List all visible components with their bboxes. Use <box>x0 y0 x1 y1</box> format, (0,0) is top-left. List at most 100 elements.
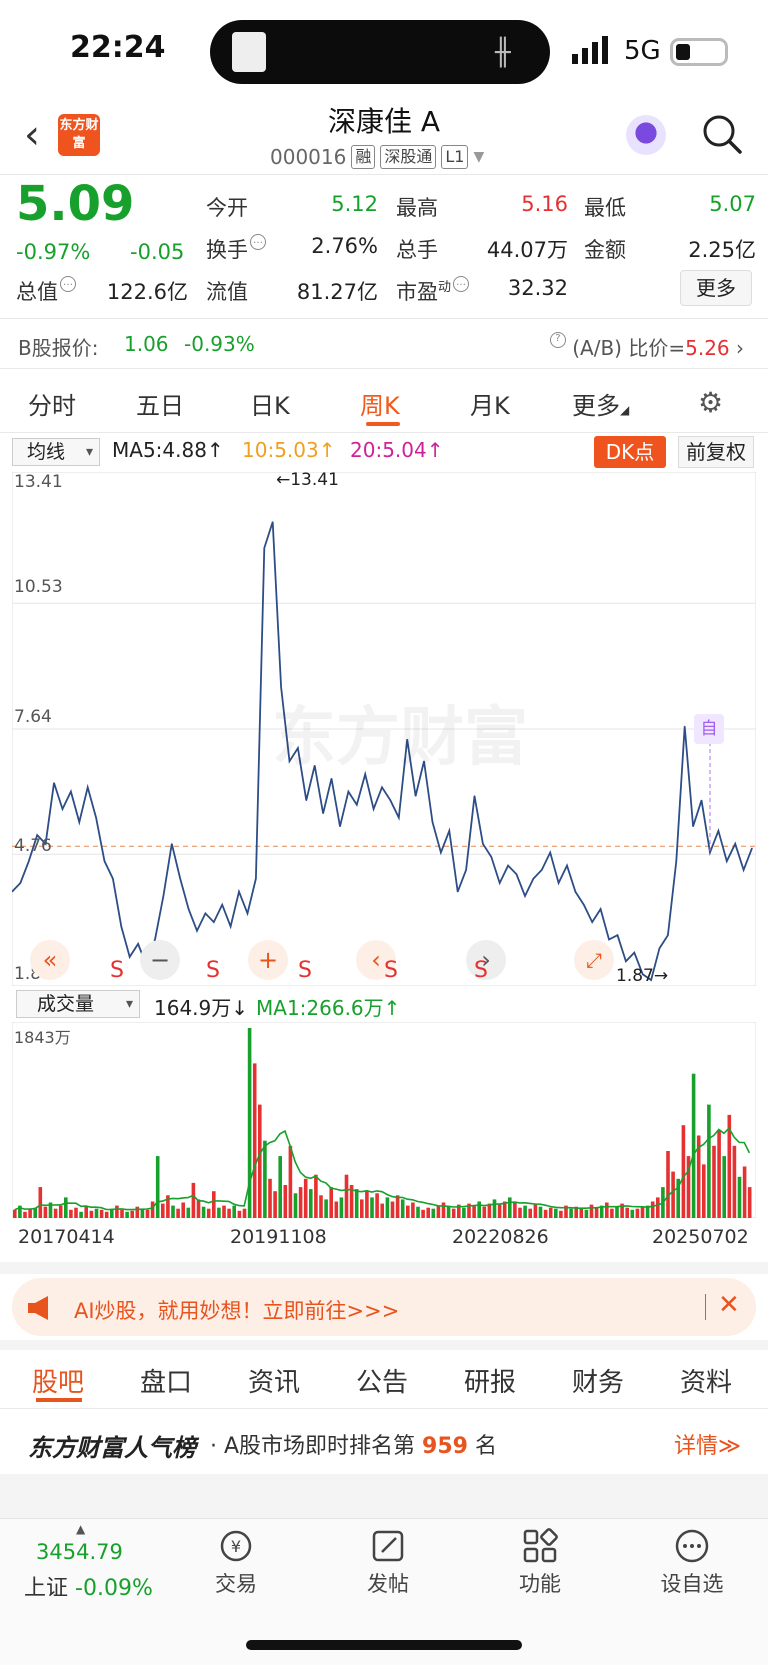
stock-code: 000016 <box>270 145 347 169</box>
assistant-robot-icon[interactable] <box>626 115 666 155</box>
tab-announcements[interactable]: 公告 <box>356 1362 408 1399</box>
volume-chart[interactable] <box>12 1022 756 1218</box>
volume-bar <box>671 1171 675 1218</box>
ratio-value: 5.26 <box>685 336 730 360</box>
price-point <box>717 830 719 832</box>
price-point <box>532 878 534 880</box>
price-point <box>246 912 249 915</box>
index-pct: -0.09% <box>75 1576 153 1601</box>
info-icon[interactable]: … <box>453 276 470 292</box>
price-point <box>507 864 509 867</box>
price-point <box>305 799 307 801</box>
tab-five-day[interactable]: 五日 <box>136 386 184 421</box>
indicator-select[interactable]: 均线 <box>12 438 100 466</box>
zoom-in-icon[interactable]: + <box>248 940 288 980</box>
volume-bar <box>615 1206 619 1218</box>
volume-bar <box>707 1104 711 1218</box>
popularity-brand: 东方财富人气榜 <box>28 1434 196 1462</box>
index-value[interactable]: 3454.79 <box>36 1540 123 1564</box>
price-point <box>129 956 131 958</box>
nav-post[interactable]: 发帖 <box>338 1528 438 1598</box>
nav-add-watchlist[interactable]: 设自选 <box>642 1528 742 1598</box>
recording-thumbnail <box>232 32 266 72</box>
volume-bar <box>722 1156 726 1218</box>
more-button[interactable]: 更多 <box>680 270 752 306</box>
sell-mark: S <box>206 958 220 983</box>
volume-bar <box>451 1208 456 1218</box>
volume-bar <box>431 1208 436 1218</box>
tab-research[interactable]: 研报 <box>464 1362 516 1399</box>
tab-profile[interactable]: 资料 <box>680 1362 732 1399</box>
price-point <box>255 878 257 880</box>
caret-up-icon: ▲ <box>76 1522 86 1536</box>
volume-bar <box>237 1210 242 1218</box>
tab-weekly-k[interactable]: 周K <box>360 386 400 421</box>
search-icon[interactable] <box>700 112 744 156</box>
volume-bar <box>212 1191 216 1218</box>
zoom-out-icon[interactable]: − <box>140 940 180 980</box>
separator-band <box>0 1262 768 1274</box>
volume-bar <box>293 1193 298 1218</box>
volume-bar <box>742 1166 747 1218</box>
price-point <box>196 930 198 932</box>
nav-trade-label: 交易 <box>215 1572 257 1596</box>
tab-daily-k[interactable]: 日K <box>250 386 290 421</box>
volume-bar <box>416 1206 420 1218</box>
tab-guba[interactable]: 股吧 <box>32 1362 84 1399</box>
volume-bar <box>53 1208 58 1218</box>
volume-bar <box>130 1210 134 1218</box>
price-point <box>70 791 72 793</box>
rank-detail-link[interactable]: 详情≫ <box>674 1428 741 1460</box>
change-percent: -0.97% <box>16 240 91 264</box>
tab-pankou[interactable]: 盘口 <box>140 1362 192 1399</box>
close-icon[interactable]: ✕ <box>718 1290 740 1320</box>
turnover-value: 2.76% <box>311 234 378 258</box>
dk-point-button[interactable]: DK点 <box>594 436 666 468</box>
ab-ratio[interactable]: ? (A/B) 比价=5.26 › <box>548 332 744 361</box>
price-point <box>330 777 333 780</box>
index-label[interactable]: 上证 -0.09% <box>24 1570 153 1602</box>
price-point <box>112 878 114 880</box>
self-select-marker[interactable]: 自 <box>694 714 724 744</box>
price-point <box>667 934 669 936</box>
nav-functions-label: 功能 <box>519 1572 561 1596</box>
tab-finance[interactable]: 财务 <box>572 1362 624 1399</box>
volume-indicator-select[interactable]: 成交量 <box>16 990 140 1018</box>
price-point <box>608 938 610 941</box>
volume-bar <box>543 1209 548 1218</box>
info-icon[interactable]: … <box>60 276 76 292</box>
low-annotation: 1.87→ <box>616 966 669 986</box>
volume-bar <box>436 1205 441 1218</box>
nav-functions[interactable]: 功能 <box>490 1528 590 1598</box>
stock-code-row[interactable]: 000016 融 深股通 L1 ▼ <box>270 145 484 169</box>
tab-news[interactable]: 资讯 <box>248 1362 300 1399</box>
volume-bar <box>411 1202 415 1218</box>
gear-icon[interactable]: ⚙ <box>698 386 723 419</box>
sell-mark: S <box>298 958 312 983</box>
volume-bar <box>554 1208 558 1218</box>
volume-bar <box>303 1178 308 1218</box>
volume-bar <box>252 1063 257 1218</box>
volume-bar <box>426 1207 430 1218</box>
expand-icon[interactable]: ⤢ <box>574 940 614 980</box>
adjust-button[interactable]: 前复权 <box>678 436 754 468</box>
rewind-icon[interactable]: « <box>30 940 70 980</box>
price-point <box>684 725 686 727</box>
ad-text[interactable]: AI炒股，就用妙想！立即前往>>> <box>74 1295 399 1325</box>
tab-intraday[interactable]: 分时 <box>28 386 76 421</box>
change-value: -0.05 <box>130 240 185 264</box>
volume-bar <box>584 1209 589 1218</box>
chevron-right-icon: › <box>736 336 744 360</box>
tab-monthly-k[interactable]: 月K <box>470 386 510 421</box>
tab-more[interactable]: 更多◢ <box>572 386 629 421</box>
volume-bar <box>28 1208 32 1218</box>
volume-bar <box>635 1208 640 1218</box>
nav-trade[interactable]: ¥ 交易 <box>186 1528 286 1598</box>
volume-bar <box>268 1178 272 1218</box>
info-icon[interactable]: … <box>250 234 266 250</box>
volume-bar <box>482 1206 487 1218</box>
volume-bar <box>150 1201 155 1218</box>
volume-bar <box>508 1197 512 1218</box>
price-point <box>238 891 240 893</box>
price-point <box>187 908 190 910</box>
